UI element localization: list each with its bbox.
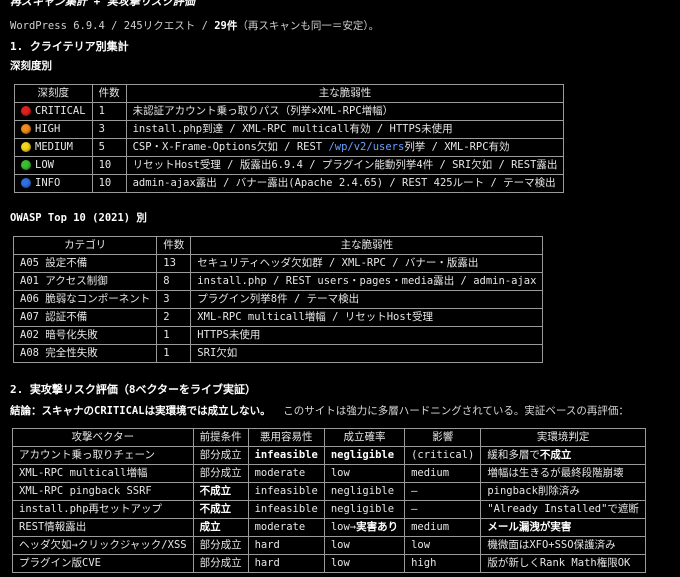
table-row: アカウント乗っ取りチェーン 部分成立 infeasible negligible… xyxy=(12,446,646,465)
section2-heading: 2. 実攻撃リスク評価（8ベクターをライブ実証） xyxy=(10,383,257,396)
col-precondition: 前提条件 xyxy=(192,428,249,447)
col-category: カテゴリ xyxy=(12,236,158,255)
report-page: 再スキャン集計 + 実攻撃リスク評価 WordPress 6.9.4 / 245… xyxy=(0,0,680,577)
table-row: A01 アクセス制御 8 install.php / REST users・page… xyxy=(12,272,544,291)
report-title: 再スキャン集計 + 実攻撃リスク評価 xyxy=(10,0,195,8)
col-main-vuln: 主な脆弱性 xyxy=(125,84,565,103)
attack-risk-table: 攻撃ベクター 前提条件 悪用容易性 成立確率 影響 実環境判定 アカウント乗っ取… xyxy=(12,428,646,573)
severity-table: 深刻度 件数 主な脆弱性 CRITICAL 1 未認証アカウント乗っ取りパス（列… xyxy=(14,84,565,193)
table-row: A07 認証不備 2 XML-RPC multicall増幅 / リセットHost受… xyxy=(12,308,544,327)
table-row: A08 完全性失敗 1 SRI欠如 xyxy=(12,344,544,363)
table-row: MEDIUM 5 CSP・X-Frame-Options欠如 / REST /w… xyxy=(14,138,565,157)
yellow-dot-icon xyxy=(21,142,31,153)
col-count: 件数 xyxy=(156,236,192,255)
owasp-label: OWASP Top 10 (2021) 別 xyxy=(10,212,147,224)
blue-dot-icon xyxy=(21,178,31,189)
table-row: install.php再セットアップ 不成立 infeasible neglig… xyxy=(12,500,646,519)
col-count: 件数 xyxy=(91,84,127,103)
section1-heading: 1. クライテリア別集計 xyxy=(10,40,129,53)
table-row: LOW 10 リセットHost受理 / 版露出6.9.4 / プラグイン能動列挙… xyxy=(14,156,565,175)
col-main-vuln: 主な脆弱性 xyxy=(190,236,544,255)
owasp-table: カテゴリ 件数 主な脆弱性 A05 設定不備 13 セキュリティヘッダ欠如群 / X… xyxy=(12,236,544,363)
table-row: REST情報露出 成立 moderate low→実害あり medium メール… xyxy=(12,518,646,537)
table-row: HIGH 3 install.php到達 / XML-RPC multicall… xyxy=(14,120,565,139)
severity-label: 深刻度別 xyxy=(10,60,52,72)
table-row: ヘッダ欠如→クリックジャック/XSS 部分成立 hard low low 機微面… xyxy=(12,536,646,555)
table-row: A05 設定不備 13 セキュリティヘッダ欠如群 / XML-RPC / バナー・版… xyxy=(12,254,544,273)
table-row: プラグイン版CVE 部分成立 hard low high 版が新しくRank M… xyxy=(12,554,646,573)
col-impact: 影響 xyxy=(404,428,482,447)
table-row: INFO 10 admin-ajax露出 / バナー露出(Apache 2.4.… xyxy=(14,174,565,193)
col-ease: 悪用容易性 xyxy=(247,428,325,447)
table-row: A02 暗号化失敗 1 HTTPS未使用 xyxy=(12,326,544,345)
table-row: XML-RPC pingback SSRF 不成立 infeasible neg… xyxy=(12,482,646,501)
orange-dot-icon xyxy=(21,124,31,135)
red-dot-icon xyxy=(21,106,31,117)
col-probability: 成立確率 xyxy=(323,428,406,447)
table-row: A06 脆弱なコンポーネント 3 プラグイン列挙8件 / テーマ検出 xyxy=(12,290,544,309)
col-verdict: 実環境判定 xyxy=(480,428,646,447)
scan-meta: WordPress 6.9.4 / 245リクエスト / 29件（再スキャンも同… xyxy=(10,20,380,32)
rest-users-link[interactable]: /wp/v2/users xyxy=(328,141,404,153)
conclusion-text: 結論：スキャナのCRITICALは実環境では成立しない。 このサイトは強力に多層… xyxy=(10,405,629,417)
col-severity: 深刻度 xyxy=(14,84,93,103)
green-dot-icon xyxy=(21,160,31,171)
col-vector: 攻撃ベクター xyxy=(12,428,194,447)
table-row: XML-RPC multicall増幅 部分成立 moderate low me… xyxy=(12,464,646,483)
table-row: CRITICAL 1 未認証アカウント乗っ取りパス（列挙×XML-RPC増幅） xyxy=(14,102,565,121)
